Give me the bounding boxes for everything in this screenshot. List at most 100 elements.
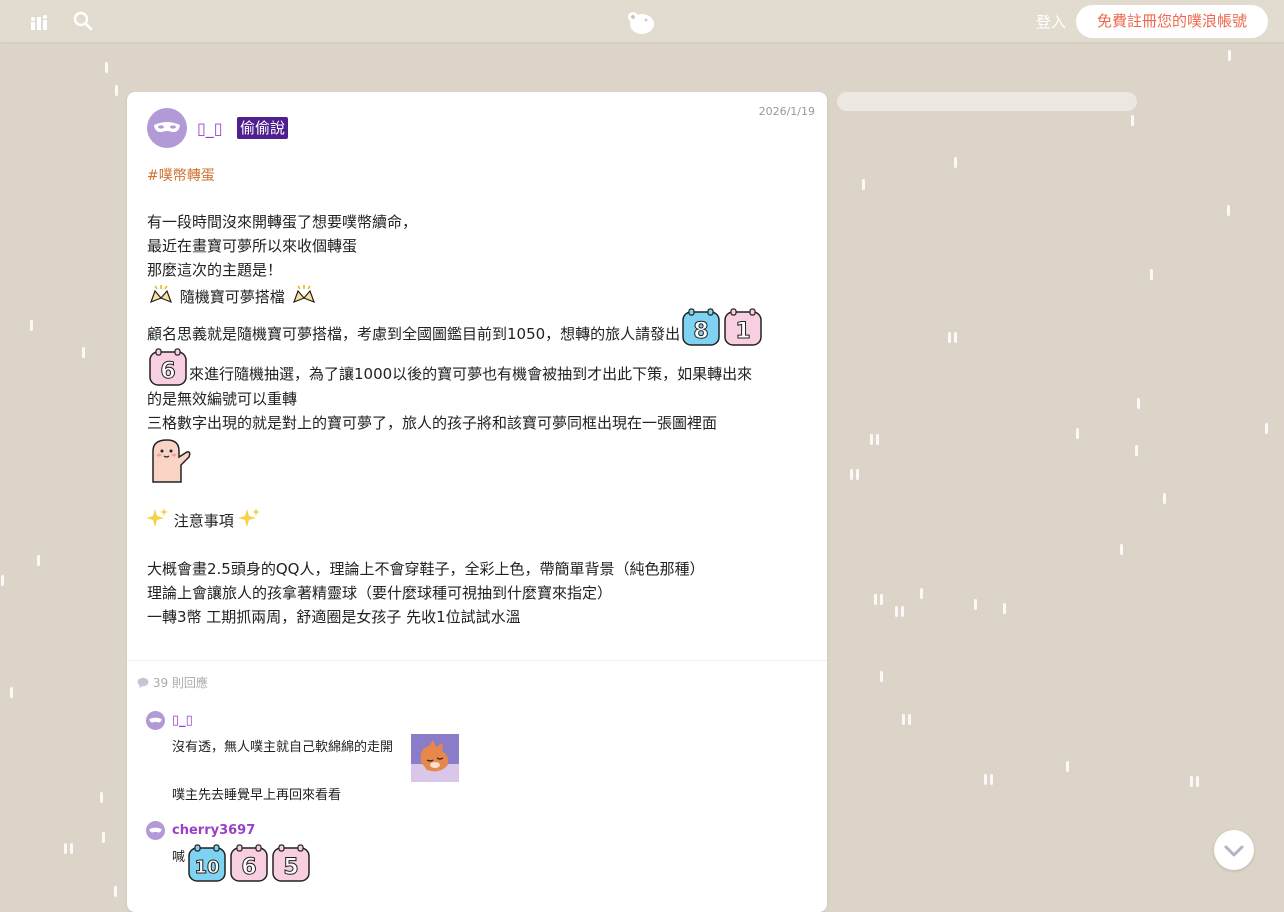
rain-dash	[30, 320, 33, 331]
rain-dash	[902, 714, 905, 725]
rain-dash	[895, 606, 898, 617]
notes-title: 注意事項	[173, 512, 234, 530]
rain-dash	[984, 774, 987, 785]
rain-dash	[100, 792, 103, 803]
sparkles-icon	[237, 507, 261, 536]
dice-emoticon-pink: 5	[271, 843, 311, 887]
signup-button[interactable]: 免費註冊您的噗浪帳號	[1076, 5, 1268, 38]
rain-dash	[115, 85, 118, 96]
post-line: 三格數字出現的就是對上的寶可夢了，旅人的孩子將和該寶可夢同框出現在一張圖裡面	[147, 414, 718, 432]
post-line: 最近在畫寶可夢所以來收個轉蛋	[147, 237, 358, 255]
rain-dash	[1135, 445, 1138, 456]
reply-text: 喊	[172, 850, 186, 865]
rain-dash	[1265, 423, 1268, 434]
dice-value: 6	[160, 359, 175, 384]
rain-dash	[105, 62, 108, 73]
dice-value: 5	[283, 855, 298, 880]
post-line-text: 顧名思義就是隨機寶可夢搭檔，考慮到全國圖鑑目前到1050，想轉的旅人請發出	[147, 325, 681, 343]
post-theme-line: 隨機寶可夢搭檔	[147, 282, 817, 307]
rain-dash	[880, 594, 883, 605]
rain-dash	[1066, 761, 1069, 772]
dice-emoticon-blue: 10	[187, 843, 227, 887]
dice-value: 1	[736, 319, 751, 344]
plurk-logo-icon[interactable]	[625, 9, 657, 39]
reply-author-name[interactable]: ▯_▯	[172, 713, 193, 728]
reply-dice-group: 10 6 5	[186, 843, 312, 887]
post-line: 有一段時間沒來開轉蛋了想要噗幣續命，	[147, 213, 418, 231]
post-line-text: 來進行隨機抽選，為了讓1000以後的寶可夢也有機會被抽到才出此下策，如果轉出來	[189, 365, 753, 383]
rain-dash	[876, 434, 879, 445]
plurk-post-card: ▯_▯ 偷偷說 2026/1/19 #噗幣轉蛋 有一段時間沒來開轉蛋了想要噗幣續…	[127, 92, 827, 912]
reply-count[interactable]: 39 則回應	[137, 674, 208, 691]
mask-avatar-icon[interactable]	[147, 108, 187, 148]
rain-dash	[948, 332, 951, 343]
post-line: 理論上會讓旅人的孩拿著精靈球（要什麼球種可視抽到什麼寶來指定）	[147, 584, 613, 602]
rain-dash	[1227, 205, 1230, 216]
rain-dash	[862, 179, 865, 190]
mask-avatar-icon[interactable]	[146, 711, 165, 730]
rain-dash	[874, 594, 877, 605]
scroll-down-icon	[1214, 845, 1254, 874]
rain-dash	[880, 671, 883, 682]
anonymous-badge: 偷偷說	[237, 117, 289, 139]
post-line-emoticon	[147, 435, 817, 483]
rain-dash	[1150, 269, 1153, 280]
dice-value: 6	[241, 855, 256, 880]
post-line: 那麼這次的主題是！	[147, 261, 283, 279]
reply-text: 沒有透，無人噗主就自己軟綿綿的走開	[172, 740, 394, 755]
hashtag-link[interactable]: #噗幣轉蛋	[147, 165, 215, 185]
mask-avatar-icon[interactable]	[146, 821, 165, 840]
rain-dash	[908, 714, 911, 725]
post-line: 大概會畫2.5頭身的QQ人，理論上不會穿鞋子，全彩上色，帶簡單背景（純色那種）	[147, 560, 705, 578]
rain-dash	[1131, 115, 1134, 126]
reply-count-label: 39 則回應	[152, 676, 208, 690]
post-author-name[interactable]: ▯_▯	[197, 119, 223, 138]
top-navigation-bar: 登入 免費註冊您的噗浪帳號	[0, 0, 1284, 42]
dice-value: 8	[694, 319, 709, 344]
post-line-with-dice: 6 來進行隨機抽選，為了讓1000以後的寶可夢也有機會被抽到才出此下策，如果轉出來	[147, 347, 817, 387]
rain-dash	[64, 843, 67, 854]
reply-author-name[interactable]: cherry3697	[172, 823, 255, 838]
dice-value: 10	[194, 857, 219, 878]
sleeping-fox-sticker	[411, 734, 459, 786]
search-icon[interactable]	[73, 11, 93, 35]
side-placeholder-bar	[837, 92, 1137, 111]
rain-dash	[850, 469, 853, 480]
rain-dash	[1228, 50, 1231, 61]
rain-dash	[901, 606, 904, 617]
rain-dash	[920, 588, 923, 599]
rain-dash	[102, 832, 105, 843]
rain-dash	[990, 774, 993, 785]
rain-dash	[1196, 776, 1199, 787]
rain-dash	[1137, 398, 1140, 409]
rain-dash	[954, 332, 957, 343]
waving-blob-emoticon	[147, 435, 195, 490]
rain-dash	[1120, 544, 1123, 555]
rain-dash	[37, 555, 40, 566]
post-line: 的是無效編號可以重轉	[147, 390, 298, 408]
rain-dash	[1003, 603, 1006, 614]
rain-dash	[1, 575, 4, 586]
rain-dash	[974, 599, 977, 610]
rain-dash	[70, 843, 73, 854]
rain-dash	[1163, 493, 1166, 504]
rain-dash	[82, 347, 85, 358]
post-line: 一轉3幣 工期抓兩周，舒適圈是女孩子 先收1位試試水溫	[147, 608, 521, 626]
theme-text: 隨機寶可夢搭檔	[179, 288, 285, 306]
divider	[127, 660, 827, 661]
scroll-down-button[interactable]	[1214, 830, 1254, 870]
dice-emoticon-pink: 6	[229, 843, 269, 887]
post-date: 2026/1/19	[758, 105, 815, 118]
rain-dash	[870, 434, 873, 445]
login-link[interactable]: 登入	[1036, 11, 1066, 32]
reply-text: 噗主先去睡覺早上再回來看看	[172, 788, 342, 803]
post-line-with-dice: 顧名思義就是隨機寶可夢搭檔，考慮到全國圖鑑目前到1050，想轉的旅人請發出 8 1	[147, 307, 817, 347]
chart-icon[interactable]	[30, 11, 50, 35]
rain-dash	[856, 469, 859, 480]
rain-dash	[1076, 428, 1079, 439]
rain-dash	[1190, 776, 1193, 787]
rain-dash	[114, 886, 117, 897]
comment-icon	[137, 676, 153, 690]
post-content: 有一段時間沒來開轉蛋了想要噗幣續命， 最近在畫寶可夢所以來收個轉蛋 那麼這次的主…	[146, 210, 817, 629]
